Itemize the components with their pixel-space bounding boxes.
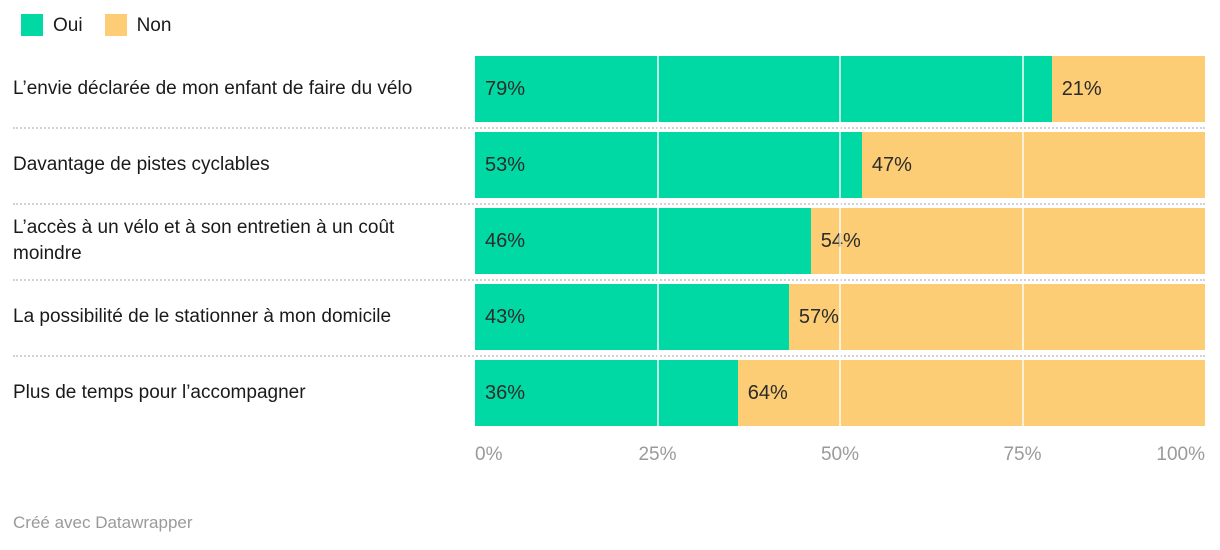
x-tick-0: 0%	[475, 444, 503, 465]
bar-track: 79% 21%	[475, 56, 1205, 122]
bar-value-label: 64%	[747, 382, 788, 404]
x-tick-50: 50%	[820, 444, 860, 465]
bar-track: 36% 64%	[475, 360, 1205, 426]
bar-value-label: 47%	[871, 154, 912, 176]
x-axis: 0% 25% 50% 75% 100%	[475, 444, 1205, 472]
bar-segment-non[interactable]: 21%	[1051, 56, 1205, 122]
bar-segment-non[interactable]: 47%	[861, 132, 1205, 198]
bar-value-label: 46%	[485, 230, 526, 252]
bar-segment-non[interactable]: 54%	[810, 208, 1205, 274]
legend-item-non[interactable]: Non	[104, 14, 172, 36]
category-label: Davantage de pistes cyclables	[13, 154, 270, 175]
bar-segment-oui[interactable]: 79%	[475, 56, 1052, 122]
chart-row: La possibilité de le stationner à mon do…	[0, 284, 1220, 360]
x-tick-100: 100%	[1156, 444, 1205, 465]
bar-value-label: 54%	[820, 230, 861, 252]
bar-segment-non[interactable]: 64%	[737, 360, 1205, 426]
bar-value-label: 43%	[485, 306, 526, 328]
stacked-bar-chart: L’envie déclarée de mon enfant de faire …	[0, 56, 1220, 438]
legend-label-oui: Oui	[53, 14, 83, 36]
x-tick-75: 75%	[1003, 444, 1042, 465]
bar-segment-oui[interactable]: 36%	[475, 360, 738, 426]
chart-row: L’accès à un vélo et à son entretien à u…	[0, 208, 1220, 284]
legend-item-oui[interactable]: Oui	[21, 14, 83, 36]
bar-value-label: 53%	[485, 154, 526, 176]
category-label: Plus de temps pour l’accompagner	[13, 382, 306, 403]
row-separator	[13, 279, 1205, 281]
legend-swatch-non-icon	[104, 14, 127, 36]
category-label: L’accès à un vélo et à son entretien à u…	[13, 217, 395, 264]
row-separator	[13, 127, 1205, 129]
bar-track: 53% 47%	[475, 132, 1205, 198]
row-separator	[13, 355, 1205, 357]
chart-row: Davantage de pistes cyclables 53% 47%	[0, 132, 1220, 208]
x-tick-25: 25%	[638, 444, 677, 465]
bar-value-label: 79%	[485, 78, 526, 100]
category-label: La possibilité de le stationner à mon do…	[13, 306, 392, 327]
category-label: L’envie déclarée de mon enfant de faire …	[13, 78, 413, 99]
bar-track: 46% 54%	[475, 208, 1205, 274]
legend-label-non: Non	[136, 14, 172, 36]
bar-segment-non[interactable]: 57%	[788, 284, 1205, 350]
row-separator	[13, 203, 1205, 205]
chart-credit: Créé avec Datawrapper	[13, 513, 193, 532]
chart-row: L’envie déclarée de mon enfant de faire …	[0, 56, 1220, 132]
bar-segment-oui[interactable]: 46%	[475, 208, 811, 274]
bar-value-label: 21%	[1061, 78, 1102, 100]
legend-swatch-oui-icon	[21, 14, 43, 36]
bar-segment-oui[interactable]: 53%	[475, 132, 862, 198]
bar-segment-oui[interactable]: 43%	[475, 284, 789, 350]
bar-value-label: 36%	[485, 382, 526, 404]
chart-row: Plus de temps pour l’accompagner 36% 64%	[0, 360, 1220, 436]
bar-track: 43% 57%	[475, 284, 1205, 350]
bar-value-label: 57%	[798, 306, 839, 328]
chart-legend: Oui Non	[21, 13, 171, 37]
